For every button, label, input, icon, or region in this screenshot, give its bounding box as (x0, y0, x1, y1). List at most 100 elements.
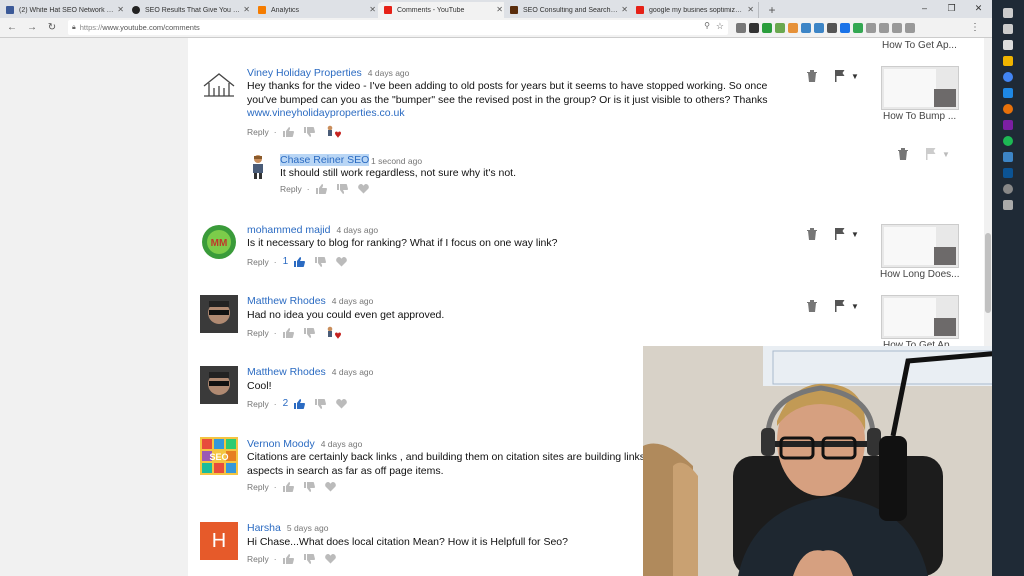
author-name[interactable]: Matthew Rhodes (247, 295, 326, 307)
back-icon[interactable]: ← (4, 22, 20, 33)
chevron-down-icon[interactable]: ▼ (851, 302, 859, 311)
browser-tab[interactable]: google my busines soptimizatio ✕ (630, 2, 759, 18)
trash-icon[interactable] (807, 300, 817, 312)
extension-icon[interactable] (736, 22, 746, 33)
video-thumbnail[interactable] (881, 66, 959, 110)
video-thumbnail[interactable] (881, 224, 959, 268)
thumbs-up-icon[interactable] (282, 328, 294, 338)
address-bar[interactable]: 🔒︎ https://www.youtube.com/comments ⚲ ☆ (68, 20, 728, 35)
zoom-icon[interactable]: ⚲ (704, 21, 710, 30)
video-thumbnail[interactable] (881, 295, 959, 339)
comment-author[interactable]: Viney Holiday Properties 4 days ago (247, 67, 409, 79)
comment-time[interactable]: 5 days ago (287, 523, 329, 533)
video-title[interactable]: How Long Does... (880, 269, 962, 280)
extension-icon[interactable] (749, 22, 759, 33)
extension-icon[interactable] (762, 22, 772, 33)
chevron-down-icon[interactable]: ▼ (851, 230, 859, 239)
avatar[interactable] (200, 366, 238, 404)
scrollbar-thumb[interactable] (985, 233, 991, 313)
close-icon[interactable]: ✕ (747, 5, 754, 14)
trash-icon[interactable] (807, 70, 817, 82)
thumbs-down-icon[interactable] (315, 256, 327, 267)
extension-icon[interactable] (892, 22, 902, 33)
extension-icon[interactable] (853, 22, 863, 33)
comment-author[interactable]: Chase Reiner SEO (280, 154, 370, 166)
reply-button[interactable]: Reply (247, 328, 269, 338)
flag-icon[interactable] (835, 300, 845, 312)
flag-icon[interactable] (835, 70, 845, 82)
thumbs-up-icon[interactable] (315, 184, 327, 194)
thumbs-down-icon[interactable] (303, 127, 315, 137)
trash-icon[interactable] (898, 148, 908, 160)
comment-link[interactable]: www.vineyholidayproperties.co.uk (247, 107, 405, 119)
reply-button[interactable]: Reply (247, 482, 269, 492)
comment-time[interactable]: 1 second ago (371, 156, 422, 166)
close-icon[interactable]: ✕ (243, 5, 250, 14)
browser-tab[interactable]: Analytics ✕ (252, 2, 381, 18)
close-icon[interactable]: ✕ (621, 5, 628, 14)
thumbs-down-icon[interactable] (315, 398, 327, 409)
thumbs-up-icon[interactable] (282, 127, 294, 137)
close-icon[interactable]: ✕ (496, 5, 503, 14)
browser-tab[interactable]: (2) White Hat SEO Network by C ✕ (0, 2, 129, 18)
close-icon[interactable]: ✕ (369, 5, 376, 14)
thumbs-down-icon[interactable] (303, 554, 315, 564)
comment-time[interactable]: 4 days ago (332, 296, 374, 306)
extension-icon[interactable] (814, 22, 824, 33)
avatar[interactable]: SEO (200, 437, 238, 475)
comment-author[interactable]: Vernon Moody 4 days ago (247, 438, 362, 450)
taskbar-icon[interactable] (1003, 104, 1013, 114)
forward-icon[interactable]: → (24, 22, 40, 33)
extension-icon[interactable] (788, 22, 798, 33)
extension-icon[interactable] (827, 22, 837, 33)
taskbar-icon[interactable] (1003, 24, 1013, 34)
taskbar-icon[interactable] (1003, 200, 1013, 210)
close-icon[interactable]: ✕ (117, 5, 124, 14)
comment-time[interactable]: 4 days ago (321, 439, 363, 449)
extension-icon[interactable] (905, 22, 915, 33)
heart-icon[interactable] (336, 398, 347, 409)
thumbs-up-icon[interactable] (294, 398, 306, 409)
maximize-icon[interactable]: ❐ (938, 0, 965, 18)
comment-author[interactable]: Matthew Rhodes 4 days ago (247, 295, 373, 307)
author-name[interactable]: mohammed majid (247, 224, 330, 236)
reply-button[interactable]: Reply (247, 554, 269, 564)
heart-icon[interactable] (324, 554, 336, 564)
chrome-icon[interactable] (1003, 72, 1013, 82)
trash-icon[interactable] (807, 228, 817, 240)
chevron-down-icon[interactable]: ▼ (942, 150, 950, 159)
video-title[interactable]: How To Get Ap... (882, 40, 964, 51)
avatar[interactable] (250, 154, 266, 180)
reply-button[interactable]: Reply (247, 257, 269, 267)
spotify-icon[interactable] (1003, 136, 1013, 146)
taskbar-icon[interactable] (1003, 168, 1013, 178)
flag-icon[interactable] (926, 148, 936, 160)
new-tab-button[interactable]: + (762, 2, 782, 18)
menu-icon[interactable]: ⋮ (970, 22, 980, 33)
folder-icon[interactable] (1003, 56, 1013, 66)
heart-icon[interactable] (336, 256, 347, 267)
extension-icon[interactable] (879, 22, 889, 33)
avatar[interactable] (200, 66, 238, 104)
browser-tab-active[interactable]: Comments - YouTube ✕ (378, 2, 507, 18)
thumbs-up-icon[interactable] (282, 482, 294, 492)
close-window-icon[interactable]: ✕ (965, 0, 992, 18)
video-title[interactable]: How To Bump ... (883, 111, 965, 122)
heart-icon[interactable] (324, 482, 336, 492)
author-name[interactable]: Viney Holiday Properties (247, 67, 362, 79)
comment-time[interactable]: 4 days ago (368, 68, 410, 78)
chevron-down-icon[interactable]: ▼ (851, 72, 859, 81)
author-name[interactable]: Chase Reiner SEO (280, 154, 369, 166)
reply-button[interactable]: Reply (280, 184, 302, 194)
heart-icon[interactable] (357, 184, 369, 194)
taskbar-icon[interactable] (1003, 152, 1013, 162)
avatar[interactable]: H (200, 522, 238, 560)
browser-tab[interactable]: SEO Consulting and Search Mark ✕ (504, 2, 633, 18)
reply-button[interactable]: Reply (247, 399, 269, 409)
comment-author[interactable]: Matthew Rhodes 4 days ago (247, 366, 373, 378)
thumbs-up-icon[interactable] (294, 256, 306, 267)
thumbs-down-icon[interactable] (303, 328, 315, 338)
comment-author[interactable]: Harsha 5 days ago (247, 522, 328, 534)
extension-icon[interactable] (801, 22, 811, 33)
reload-icon[interactable]: ↻ (44, 22, 60, 33)
